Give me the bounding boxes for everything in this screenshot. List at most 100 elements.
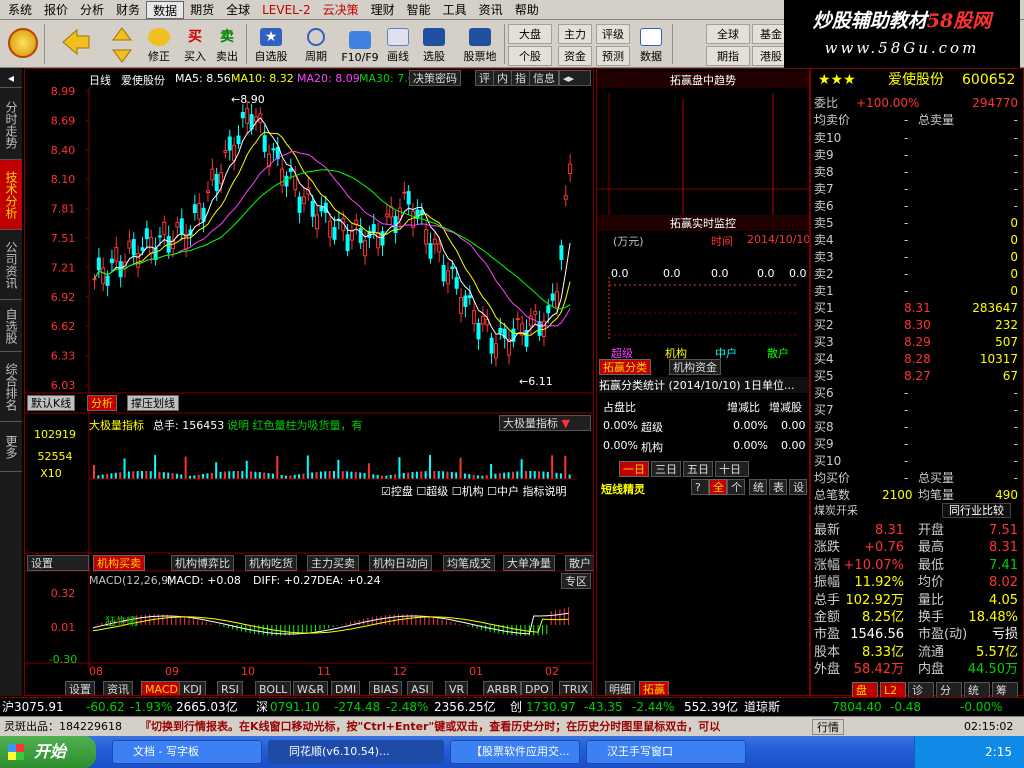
elf-all-tab[interactable]: 全: [709, 479, 727, 495]
elf-help-tab[interactable]: ?: [691, 479, 709, 495]
main-force-button[interactable]: 主力: [558, 24, 592, 44]
tab-ranking[interactable]: 综合排名: [0, 352, 22, 422]
forecast-button[interactable]: 预测: [596, 46, 630, 66]
index-futures-button[interactable]: 期指: [706, 46, 750, 66]
tab-retail[interactable]: 散户: [565, 555, 593, 571]
menu-system[interactable]: 系统: [2, 1, 38, 19]
stock-button[interactable]: 个股: [508, 46, 552, 66]
menu-cloud[interactable]: 云决策: [317, 1, 365, 19]
tab-tuoying-class[interactable]: 拓赢分类: [599, 359, 651, 375]
coin-button[interactable]: [6, 22, 40, 66]
buy-button[interactable]: 买 买入: [180, 22, 210, 66]
bid-level-row[interactable]: 买4 8.28 10317: [812, 351, 1022, 368]
indicator-tab[interactable]: MACD: [141, 681, 182, 695]
zone-button[interactable]: 专区: [561, 573, 591, 589]
indicator-help-link[interactable]: 指标说明: [523, 485, 567, 498]
bid-level-row[interactable]: 买5 8.27 67: [812, 368, 1022, 385]
cy-index[interactable]: 创: [510, 698, 522, 716]
screener-button[interactable]: 选股: [418, 22, 450, 66]
indicator-tab[interactable]: ASI: [407, 681, 433, 695]
check-medium[interactable]: ☐中户: [487, 485, 519, 498]
tab-inst-absorb[interactable]: 机构吃货: [245, 555, 297, 571]
updown-button[interactable]: [108, 22, 136, 66]
ask-level-row[interactable]: 卖4-0: [812, 232, 1022, 249]
menu-global[interactable]: 全球: [220, 1, 256, 19]
quote-mode-button[interactable]: 行情: [812, 719, 844, 735]
f10-button[interactable]: F10/F9: [338, 22, 382, 66]
tab-1day[interactable]: 一日: [619, 461, 649, 477]
menu-quote[interactable]: 报价: [38, 1, 74, 19]
tab-tuoying[interactable]: 拓赢: [639, 681, 669, 695]
ask-level-row[interactable]: 卖10- -: [812, 130, 1022, 147]
indicator-tab[interactable]: VR: [445, 681, 469, 695]
quote-tab[interactable]: 诊: [908, 682, 934, 698]
elf-single-tab[interactable]: 个: [727, 479, 745, 495]
data-button[interactable]: 数据: [634, 22, 668, 66]
ask-level-row[interactable]: 卖2-0: [812, 266, 1022, 283]
indicator-tab[interactable]: BIAS: [369, 681, 403, 695]
fund-flow-button[interactable]: 资金: [558, 46, 592, 66]
tab-3day[interactable]: 三日: [651, 461, 681, 477]
indicator-tab[interactable]: DPO: [521, 681, 553, 695]
ask-level-row[interactable]: 卖6- -: [812, 198, 1022, 215]
tab-intraday[interactable]: 分时走势: [0, 90, 22, 160]
sh-index[interactable]: 沪3075.91: [2, 698, 64, 716]
indicator-tab[interactable]: DMI: [331, 681, 361, 695]
sz-index[interactable]: 深: [256, 698, 268, 716]
subtab-analysis[interactable]: 分析: [87, 395, 117, 411]
chart-tab-review[interactable]: 评: [475, 70, 494, 86]
chart-tab-inner[interactable]: 内: [493, 70, 512, 86]
vol-indicator-select[interactable]: 大极量指标 ▼: [499, 415, 591, 431]
indicator-tab[interactable]: 设置: [65, 681, 95, 695]
menu-data[interactable]: 数据: [146, 0, 185, 19]
tab-watchlist[interactable]: 自选股: [0, 300, 22, 352]
period-button[interactable]: 周期: [296, 22, 336, 66]
dj-index[interactable]: 道琼斯: [744, 698, 780, 716]
indicator-tab[interactable]: TRIX: [559, 681, 593, 695]
tab-company-info[interactable]: 公司资讯: [0, 230, 22, 300]
tab-more[interactable]: 更多: [0, 422, 22, 472]
market-button[interactable]: 大盘: [508, 24, 552, 44]
tab-detail[interactable]: 明细: [605, 681, 635, 695]
tab-5day[interactable]: 五日: [683, 461, 713, 477]
menu-level2[interactable]: LEVEL-2: [256, 1, 317, 19]
task-tonghuashun[interactable]: 同花顺(v6.10.54)...: [268, 740, 444, 764]
bid-level-row[interactable]: 买10- -: [812, 453, 1022, 470]
global-button[interactable]: 全球: [706, 24, 750, 44]
quote-tab[interactable]: 筹: [992, 682, 1018, 698]
bid-level-row[interactable]: 买8- -: [812, 419, 1022, 436]
watchlist-button[interactable]: ★ 自选股: [250, 22, 292, 66]
ask-level-row[interactable]: 卖9- -: [812, 147, 1022, 164]
task-browser[interactable]: 【股票软件应用交...: [450, 740, 580, 764]
tab-main-trade[interactable]: 主力买卖: [307, 555, 359, 571]
indicator-tab[interactable]: 资讯: [103, 681, 133, 695]
tab-10day[interactable]: 十日: [715, 461, 749, 477]
indicator-tab[interactable]: KDJ: [179, 681, 206, 695]
chart-tab-info[interactable]: 信息: [529, 70, 559, 86]
subtab-default-kline[interactable]: 默认K线: [27, 395, 76, 411]
indicator-tab[interactable]: BOLL: [255, 681, 292, 695]
bid-level-row[interactable]: 买3 8.29 507: [812, 334, 1022, 351]
tab-inst-game[interactable]: 机构博弈比: [171, 555, 234, 571]
menu-futures[interactable]: 期货: [184, 1, 220, 19]
tab-inst-trade[interactable]: 机构买卖: [93, 555, 145, 571]
ask-level-row[interactable]: 卖3-0: [812, 249, 1022, 266]
menu-finance[interactable]: 财务: [110, 1, 146, 19]
ask-level-row[interactable]: 卖7- -: [812, 181, 1022, 198]
ask-level-row[interactable]: 卖8- -: [812, 164, 1022, 181]
chart-expand-icon[interactable]: ◂▸: [559, 70, 591, 86]
indicator-tab[interactable]: RSI: [217, 681, 243, 695]
back-button[interactable]: [56, 22, 96, 66]
ask-level-row[interactable]: 卖1-0: [812, 283, 1022, 300]
bid-level-row[interactable]: 买7- -: [812, 402, 1022, 419]
bid-level-row[interactable]: 买6- -: [812, 385, 1022, 402]
tab-big-order[interactable]: 大单净量: [503, 555, 555, 571]
quote-tab[interactable]: 盘: [852, 682, 878, 698]
indicator-tab[interactable]: W&R: [293, 681, 329, 695]
indicator-tab[interactable]: ARBR: [483, 681, 522, 695]
rating-button[interactable]: 评级: [596, 24, 630, 44]
task-handwriting[interactable]: 汉王手写窗口: [586, 740, 746, 764]
tab-technical[interactable]: 技术分析: [0, 160, 22, 230]
bid-level-row[interactable]: 买1 8.31 283647: [812, 300, 1022, 317]
kline-chart[interactable]: 8.99 8.69 8.40 8.10 7.81 7.51 7.21 6.92 6.62 6.33…: [25, 69, 593, 695]
